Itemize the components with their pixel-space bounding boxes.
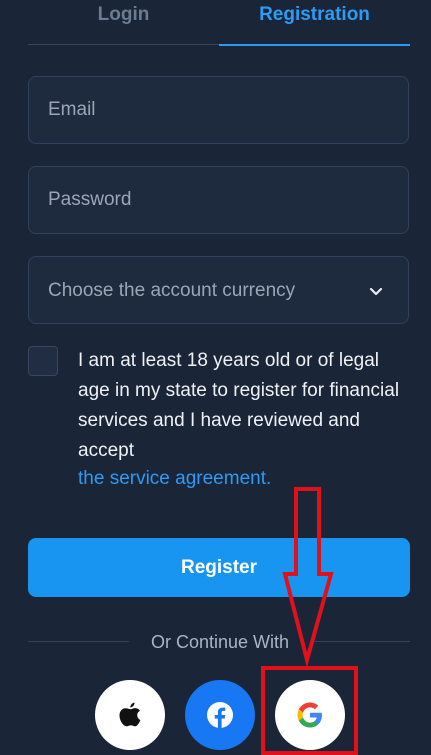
auth-tabs: Login Registration [28,0,411,46]
apple-login-button[interactable] [95,680,165,750]
chevron-down-icon [369,287,383,296]
service-agreement-link[interactable]: the service agreement. [78,468,271,490]
divider-right [310,641,410,642]
google-icon [297,702,322,728]
apple-icon [119,702,141,727]
tab-registration[interactable]: Registration [219,0,410,46]
currency-select[interactable]: Choose the account currency [28,256,409,324]
password-field[interactable] [48,167,388,233]
facebook-login-button[interactable] [185,680,255,750]
terms-checkbox[interactable] [28,346,58,376]
email-field-container [28,76,409,144]
register-button[interactable]: Register [28,538,410,597]
google-login-button[interactable] [275,680,345,750]
tab-login[interactable]: Login [28,0,219,45]
password-field-container [28,166,409,234]
currency-select-placeholder: Choose the account currency [48,280,296,301]
or-continue-with-label: Or Continue With [150,632,290,652]
terms-text: I am at least 18 years old or of legal a… [78,350,400,461]
email-field[interactable] [48,77,388,143]
facebook-icon [207,702,233,728]
